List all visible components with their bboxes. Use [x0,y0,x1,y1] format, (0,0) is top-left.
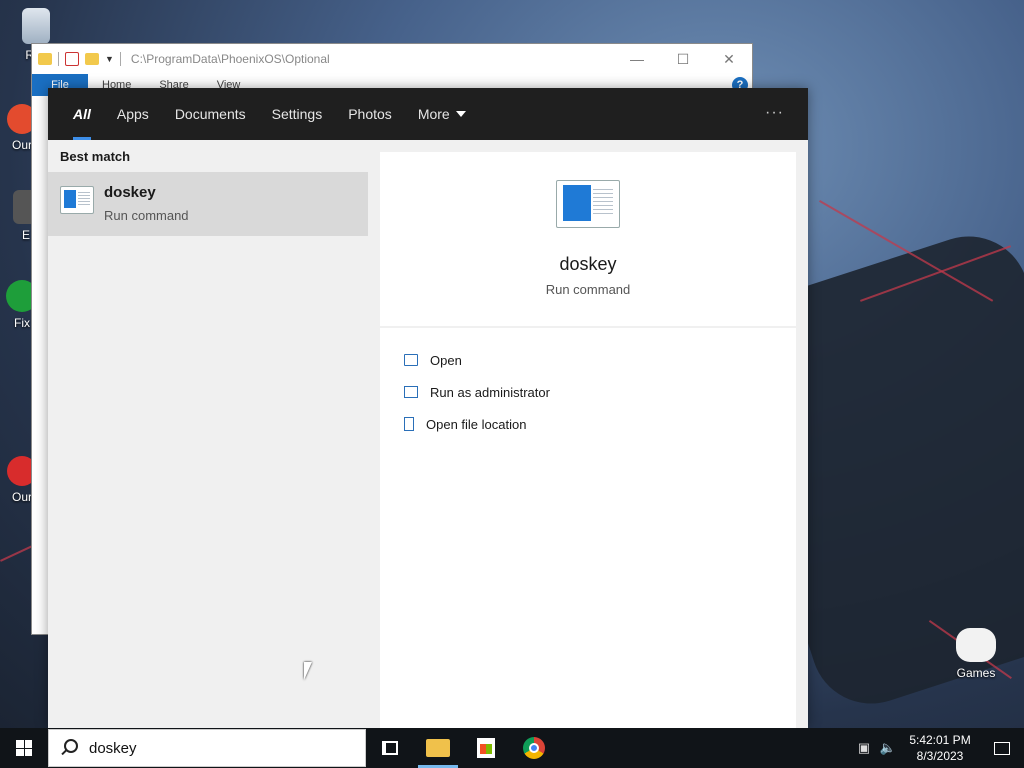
desktop-icon-label: Games [956,666,996,680]
chrome-icon [523,737,545,759]
action-open[interactable]: Open [380,344,796,376]
windows-logo-icon [16,740,32,756]
action-run-as-admin[interactable]: Run as administrator [380,376,796,408]
desktop-icon-games[interactable]: Games [946,628,1006,680]
start-button[interactable] [0,728,48,768]
chevron-down-icon[interactable]: ▼ [105,54,114,64]
clock[interactable]: 5:42:01 PM 8/3/2023 [900,732,980,764]
task-view-button[interactable] [366,728,414,768]
run-command-icon [556,180,620,228]
result-title: doskey [104,184,156,201]
properties-icon[interactable] [65,52,79,66]
section-label-best-match: Best match [60,149,131,164]
preview-subtitle: Run command [545,282,631,297]
tab-apps[interactable]: Apps [104,88,162,140]
taskbar-store[interactable] [462,728,510,768]
tab-all[interactable]: All [60,88,104,140]
shield-icon [404,386,418,398]
window-path: C:\ProgramData\PhoenixOS\Optional [130,52,330,66]
search-input[interactable]: doskey [89,740,137,757]
result-subtitle: Run command [104,208,189,223]
tab-more[interactable]: More [405,88,479,140]
taskbar-search-box[interactable]: doskey [48,729,366,767]
task-view-icon [382,741,398,755]
taskbar: doskey ▣ 🔈 5:42:01 PM 8/3/2023 [0,728,1024,768]
mouse-cursor [304,662,312,680]
caret-down-icon [455,111,466,117]
results-list: Best match doskey Run command [48,140,368,728]
search-filter-bar: All Apps Documents Settings Photos More … [48,88,808,140]
folder-icon [38,53,52,65]
more-options-icon[interactable]: ··· [765,104,784,122]
clock-time: 5:42:01 PM [909,733,971,747]
notification-icon [994,741,1010,755]
store-icon [477,738,495,758]
open-icon [404,354,418,366]
explorer-title-bar[interactable]: ▼ C:\ProgramData\PhoenixOS\Optional — ☐ … [32,44,752,74]
system-tray: ▣ 🔈 5:42:01 PM 8/3/2023 [852,728,1024,768]
tab-documents[interactable]: Documents [162,88,259,140]
preview-header: doskey Run command [380,152,796,328]
divider [119,52,121,66]
action-label: Run as administrator [430,384,550,400]
minimize-button[interactable]: — [614,44,660,74]
controller-icon [956,628,996,662]
taskbar-file-explorer[interactable] [414,728,462,768]
taskbar-chrome[interactable] [510,728,558,768]
action-center-button[interactable] [980,728,1024,768]
preview-title: doskey [559,254,617,274]
maximize-button[interactable]: ☐ [660,44,706,74]
window-controls: — ☐ ✕ [614,44,752,74]
divider [58,52,59,66]
file-location-icon [404,417,414,431]
volume-muted-icon[interactable]: 🔈 [876,728,900,768]
clock-date: 8/3/2023 [916,749,964,763]
action-list: Open Run as administrator Open file loca… [380,328,796,440]
close-button[interactable]: ✕ [706,44,752,74]
recycle-bin-icon [22,8,50,44]
tab-settings[interactable]: Settings [259,88,336,140]
search-icon [61,739,79,757]
action-label: Open [430,352,462,368]
search-flyout: All Apps Documents Settings Photos More … [48,88,808,728]
tab-photos[interactable]: Photos [335,88,405,140]
new-folder-icon[interactable] [85,53,99,65]
run-command-icon [60,186,94,214]
preview-pane: doskey Run command Open Run as administr… [380,152,796,728]
result-item-doskey[interactable]: doskey Run command [48,172,368,236]
folder-icon [426,739,450,757]
action-label: Open file location [426,416,527,432]
action-open-file-location[interactable]: Open file location [380,408,796,440]
network-icon[interactable]: ▣ [852,728,876,768]
tab-more-label: More [417,106,450,122]
